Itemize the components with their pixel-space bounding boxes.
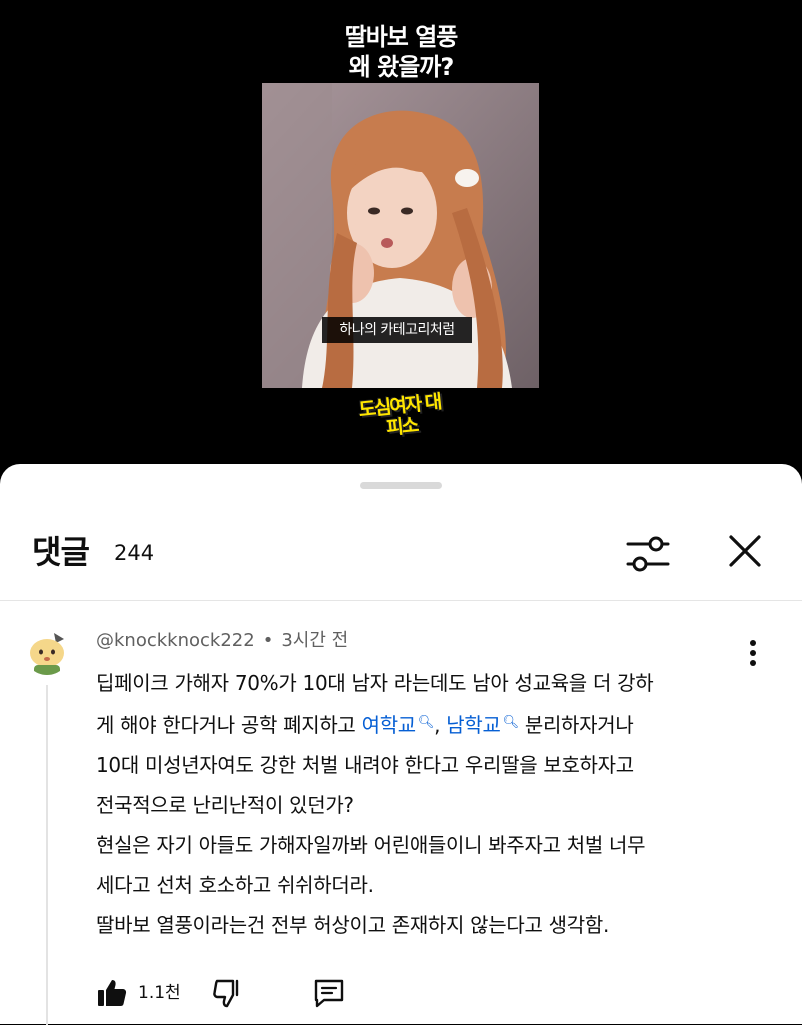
thumbs-up-icon	[98, 980, 127, 1006]
comments-count: 244	[114, 541, 155, 565]
channel-logo: 도심여자 대피소	[357, 390, 442, 440]
meta-separator: •	[262, 630, 274, 651]
sliders-icon	[626, 536, 670, 572]
avatar[interactable]	[24, 629, 70, 675]
close-icon	[729, 535, 761, 567]
video-player[interactable]: 딸바보 열풍 왜 왔을까? 하나의 카테고리처럼 도심여자 대피소	[0, 0, 802, 470]
comment-item: @knockknock222 • 3시간 전 딥페이크 가해자 70%가 10대 남…	[0, 601, 802, 1025]
comment-reply-icon	[314, 979, 344, 1008]
like-count: 1.1천	[138, 983, 181, 1003]
comment-text-segment: 게 해야 한다거나 공학 폐지하고	[96, 713, 362, 737]
comments-sheet: 댓글 244 @knockknock222 • 3시간 전 딥페이크 가해자 7…	[0, 464, 802, 1025]
thread-line	[46, 685, 48, 1025]
sort-filter-button[interactable]	[622, 528, 674, 580]
thumbs-down-icon	[213, 979, 239, 1008]
comment-line: 세다고 선처 호소하고 쉬쉬하더라.	[96, 873, 374, 897]
comment-line: 게 해야 한다거나 공학 폐지하고 여학교 🔍︎, 남학교 🔍︎ 분리하자거나	[96, 703, 756, 745]
comment-line: 딸바보 열풍이라는건 전부 허상이고 존재하지 않는다고 생각함.	[96, 913, 610, 937]
video-title-overlay: 딸바보 열풍 왜 왔을까?	[0, 22, 802, 82]
search-tag-label: 여학교	[361, 713, 417, 737]
video-title-line2: 왜 왔을까?	[348, 53, 455, 81]
like-button[interactable]	[96, 977, 128, 1009]
dislike-button[interactable]	[212, 977, 244, 1009]
search-tag-label: 남학교	[446, 713, 501, 737]
comments-title: 댓글	[32, 533, 90, 571]
reply-button[interactable]	[312, 977, 346, 1009]
avatar-character-icon	[24, 629, 70, 675]
comment-text-segment: 분리하자거나	[518, 713, 634, 737]
video-title-line1: 딸바보 열풍	[344, 23, 459, 51]
comments-header: 댓글 244	[0, 524, 802, 584]
comment-author[interactable]: @knockknock222	[96, 630, 255, 651]
video-frame[interactable]: 하나의 카테고리처럼	[262, 83, 539, 388]
comment-line: 10대 미성년자여도 강한 처벌 내려야 한다고 우리딸을 보호하자고	[96, 753, 634, 777]
comment-text: 딥페이크 가해자 70%가 10대 남자 라는데도 남아 성교육을 더 강하 게…	[96, 663, 756, 945]
search-icon: 🔍︎	[417, 715, 435, 730]
comment-line: 전국적으로 난리난적이 있던가?	[96, 793, 354, 817]
search-icon: 🔍︎	[502, 715, 520, 730]
search-tag-link[interactable]: 남학교 🔍︎	[446, 713, 519, 737]
comment-time: 3시간 전	[281, 630, 349, 651]
video-subtitle: 하나의 카테고리처럼	[322, 317, 472, 343]
comment-text-segment: ,	[434, 713, 447, 737]
search-tag-link[interactable]: 여학교 🔍︎	[362, 713, 435, 737]
close-comments-button[interactable]	[722, 528, 768, 574]
comment-meta: @knockknock222 • 3시간 전	[96, 629, 348, 653]
sheet-drag-handle[interactable]	[360, 482, 442, 489]
comment-line: 딥페이크 가해자 70%가 10대 남자 라는데도 남아 성교육을 더 강하	[96, 671, 654, 695]
comment-line: 현실은 자기 아들도 가해자일까봐 어린애들이니 봐주자고 처벌 너무	[96, 833, 646, 857]
